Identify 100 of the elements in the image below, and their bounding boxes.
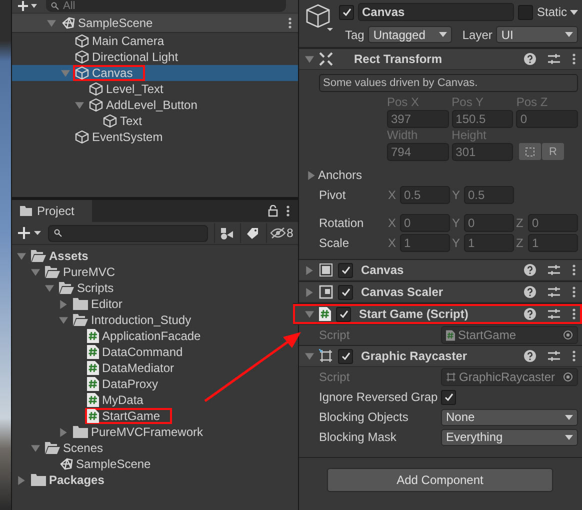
expand-arrow-icon[interactable] (305, 266, 314, 274)
enabled-checkbox[interactable] (336, 306, 351, 322)
expand-arrow-icon[interactable] (59, 428, 68, 436)
project-tab[interactable]: Project (12, 200, 92, 222)
project-item[interactable]: Packages (12, 472, 106, 488)
help-icon[interactable] (524, 308, 536, 320)
help-icon[interactable] (524, 286, 536, 298)
number-field[interactable]: 0.5 (464, 186, 514, 204)
more-menu-icon[interactable] (572, 308, 576, 320)
presets-icon[interactable] (548, 53, 560, 65)
search-field[interactable] (48, 224, 208, 242)
project-item[interactable]: Scenes (12, 440, 106, 456)
number-field[interactable]: 1 (400, 234, 450, 252)
project-item[interactable]: Scripts (12, 280, 116, 296)
help-icon[interactable] (524, 350, 536, 362)
object-picker-icon[interactable] (563, 330, 573, 340)
object-name-field[interactable]: Canvas (358, 3, 514, 21)
collapse-arrow-icon[interactable] (31, 268, 40, 276)
static-checkbox[interactable] (518, 4, 533, 20)
more-menu-icon[interactable] (572, 350, 576, 362)
number-field[interactable]: 301 (452, 143, 514, 161)
project-item[interactable]: PureMVCFramework (12, 424, 206, 440)
add-component-button[interactable]: Add Component (327, 468, 553, 492)
layer-dropdown[interactable]: UI (496, 26, 578, 43)
presets-icon[interactable] (548, 350, 560, 362)
active-checkbox[interactable] (339, 4, 354, 20)
project-item[interactable]: StartGame (12, 408, 172, 424)
collapse-arrow-icon[interactable] (59, 316, 68, 324)
add-icon[interactable] (18, 1, 38, 11)
number-field[interactable]: 0 (464, 214, 514, 232)
project-item[interactable]: Introduction_Study (12, 312, 194, 328)
project-item[interactable]: SampleScene (12, 456, 153, 472)
project-item[interactable]: PureMVC (12, 264, 118, 280)
dropdown[interactable]: None (441, 408, 578, 426)
hierarchy-item[interactable]: SampleScene (12, 14, 298, 33)
number-field[interactable]: 1 (464, 234, 514, 252)
help-icon[interactable] (524, 53, 536, 65)
more-menu-icon[interactable] (288, 17, 292, 29)
more-menu-icon[interactable] (572, 53, 576, 65)
collapse-arrow-icon[interactable] (31, 444, 40, 452)
collapse-arrow-icon[interactable] (45, 284, 54, 292)
project-item[interactable]: Editor (12, 296, 124, 312)
presets-icon[interactable] (548, 308, 560, 320)
collapse-arrow-icon[interactable] (17, 252, 26, 260)
script-file-icon (87, 409, 99, 423)
number-field[interactable]: 0.5 (400, 186, 450, 204)
number-field[interactable]: 0 (516, 110, 578, 128)
hierarchy-item[interactable]: Main Camera (12, 33, 298, 49)
number-field[interactable]: 794 (387, 143, 449, 161)
enabled-checkbox[interactable] (338, 284, 353, 300)
project-item[interactable]: DataMediator (12, 360, 176, 376)
component-header[interactable]: Rect Transform (299, 48, 582, 70)
help-icon[interactable] (524, 264, 536, 276)
more-menu-icon[interactable] (572, 286, 576, 298)
collapse-arrow-icon[interactable] (305, 352, 314, 360)
open-folder-icon (31, 250, 46, 262)
cube-icon[interactable] (305, 3, 335, 33)
collapse-arrow-icon[interactable] (305, 54, 314, 64)
hierarchy-item[interactable]: AddLevel_Button (12, 97, 298, 113)
expand-arrow-icon[interactable] (305, 288, 314, 296)
dropdown[interactable]: Everything (441, 428, 578, 446)
blueprint-mode-button[interactable] (519, 143, 541, 160)
presets-icon[interactable] (548, 286, 560, 298)
number-field[interactable]: 0 (528, 214, 578, 232)
checkbox[interactable] (441, 390, 456, 404)
more-menu-icon[interactable] (572, 264, 576, 276)
expand-arrow-icon[interactable] (59, 300, 68, 308)
number-field[interactable]: 150.5 (452, 110, 514, 128)
expand-arrow-icon[interactable] (307, 170, 316, 180)
anchors-foldout[interactable]: Anchors (299, 165, 578, 185)
more-menu-icon[interactable] (286, 205, 290, 217)
hierarchy-item[interactable]: Level_Text (12, 81, 298, 97)
static-dropdown[interactable]: Static (536, 5, 578, 19)
hidden-packages-button[interactable]: 8 (266, 223, 296, 243)
presets-icon[interactable] (548, 264, 560, 276)
hierarchy-item[interactable]: Text (12, 113, 298, 129)
collapse-arrow-icon[interactable] (305, 310, 314, 318)
number-field[interactable]: 1 (528, 234, 578, 252)
object-picker-icon[interactable] (563, 372, 573, 382)
project-item[interactable]: DataCommand (12, 344, 185, 360)
enabled-checkbox[interactable] (338, 262, 353, 278)
collapse-arrow-icon[interactable] (75, 100, 84, 110)
hierarchy-item[interactable]: Canvas (12, 65, 298, 81)
component-header[interactable]: Start Game (Script) (293, 303, 582, 325)
lock-icon[interactable] (268, 205, 278, 217)
project-item[interactable]: Assets (12, 248, 90, 264)
number-field[interactable]: 397 (387, 110, 449, 128)
enabled-checkbox[interactable] (338, 348, 353, 364)
component-header[interactable]: Canvas (299, 259, 582, 281)
number-field[interactable]: 0 (400, 214, 450, 232)
project-item[interactable]: MyData (12, 392, 146, 408)
hierarchy-item[interactable]: EventSystem (12, 129, 298, 145)
expand-arrow-icon[interactable] (17, 476, 26, 484)
project-item[interactable]: DataProxy (12, 376, 160, 392)
component-header[interactable]: Graphic Raycaster (299, 345, 582, 367)
project-item[interactable]: ApplicationFacade (12, 328, 203, 344)
tag-dropdown[interactable]: Untagged (368, 26, 452, 43)
component-header[interactable]: Canvas Scaler (299, 281, 582, 303)
hierarchy-item[interactable]: Directional Light (12, 49, 298, 65)
add-icon[interactable] (18, 227, 42, 239)
